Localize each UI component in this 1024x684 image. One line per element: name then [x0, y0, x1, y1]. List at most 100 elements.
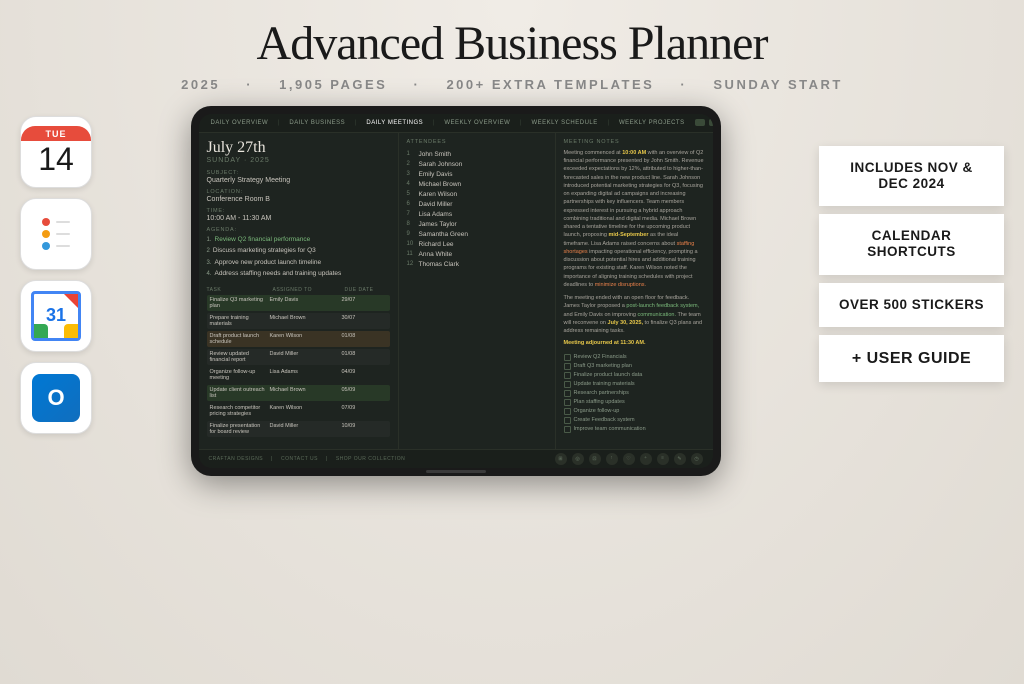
attendee-8: 8James Taylor [407, 221, 547, 228]
tasks-table: TASK ASSIGNED TO DUE DATE Finalize Q3 ma… [207, 287, 390, 437]
footer-link-3[interactable]: SHOP OUR COLLECTION [336, 456, 405, 462]
task-dot-circle-blue [42, 242, 50, 250]
checkbox-6[interactable] [564, 399, 571, 406]
footer-icon-8[interactable]: ✎ [674, 453, 686, 465]
tablet-right-panel: MEETING NOTES Meeting commenced at 10:00… [556, 133, 713, 449]
content-area: TUE 14 [0, 106, 1024, 476]
google-calendar-icon[interactable] [20, 280, 92, 352]
checklist-area: Review Q2 Financials Draft Q3 marketing … [564, 354, 705, 433]
checkbox-8[interactable] [564, 417, 571, 424]
tablet-body: July 27th SUNDAY · 2025 SUBJECT: Quarter… [199, 133, 713, 449]
task-dot-2 [42, 230, 70, 238]
nav-item-daily-overview[interactable]: DAILY OVERVIEW [207, 118, 273, 128]
footer-icon-1[interactable]: ⊞ [555, 453, 567, 465]
nav-item-daily-business[interactable]: DAILY BUSINESS [285, 118, 349, 128]
badge-user-guide-text: + USER GUIDE [852, 349, 971, 368]
subtitle-year: 2025 [181, 77, 220, 92]
nav-item-daily-meetings[interactable]: DAILY MEETINGS [362, 118, 427, 128]
attendee-6: 6David Miller [407, 201, 547, 208]
tasks-col-assigned: ASSIGNED TO [273, 287, 343, 293]
checkbox-9[interactable] [564, 426, 571, 433]
tablet-wrapper: DAILY OVERVIEW | DAILY BUSINESS | DAILY … [106, 106, 805, 476]
checkbox-2[interactable] [564, 363, 571, 370]
notes-footer: Meeting adjourned at 11:30 AM. [564, 339, 705, 347]
time-field: TIME: 10:00 AM - 11:30 AM [207, 208, 390, 222]
footer-icon-4[interactable]: ↑ [606, 453, 618, 465]
badge-user-guide: + USER GUIDE [819, 335, 1004, 382]
sep1: · [246, 77, 253, 92]
calendar-app-icon[interactable]: TUE 14 [20, 116, 92, 188]
footer-icon-9[interactable]: ◷ [691, 453, 703, 465]
tablet-home-indicator [426, 470, 486, 473]
checklist-item-4: Update training materials [564, 381, 705, 388]
agenda-item-4: 4. Address staffing needs and training u… [207, 270, 390, 278]
footer-icon-7[interactable]: ≡ [657, 453, 669, 465]
subtitle-pages: 1,905 PAGES [279, 77, 387, 92]
checklist-item-9: Improve team communication [564, 426, 705, 433]
footer-sep-2: | [326, 456, 328, 462]
footer-link-1[interactable]: CRAFTAN DESIGNS [209, 456, 264, 462]
task-row-5: Organize follow-up meeting Lisa Adams 04… [207, 367, 390, 383]
tablet-nav-icons [695, 119, 713, 126]
sep3: · [680, 77, 687, 92]
tasks-col-due: DUE DATE [345, 287, 390, 293]
nav-item-weekly-schedule[interactable]: WEEKLY SCHEDULE [527, 118, 601, 128]
agenda-item-3: 3. Approve new product launch timeline [207, 259, 390, 267]
attendee-1: 1John Smith [407, 151, 547, 158]
badge-calendar-shortcuts-text: CALENDAR SHORTCUTS [837, 228, 986, 260]
tablet-device: DAILY OVERVIEW | DAILY BUSINESS | DAILY … [191, 106, 721, 476]
gcal-corner-green [34, 324, 48, 338]
task-dot-circle-red [42, 218, 50, 226]
header: Advanced Business Planner 2025 · 1,905 P… [0, 0, 1024, 98]
nav-icon-1 [695, 119, 705, 126]
footer-link-2[interactable]: CONTACT US [281, 456, 318, 462]
tablet-left-panel: July 27th SUNDAY · 2025 SUBJECT: Quarter… [199, 133, 399, 449]
attendee-7: 7Lisa Adams [407, 211, 547, 218]
tablet-date: July 27th [207, 139, 390, 157]
main-title: Advanced Business Planner [0, 18, 1024, 71]
nav-item-weekly-projects[interactable]: WEEKLY PROJECTS [615, 118, 689, 128]
footer-icon-2[interactable]: ◎ [572, 453, 584, 465]
checkbox-4[interactable] [564, 381, 571, 388]
footer-icon-5[interactable]: ♡ [623, 453, 635, 465]
footer-sep-1: | [271, 456, 273, 462]
footer-icons: ⊞ ◎ ⊡ ↑ ♡ + ≡ ✎ ◷ [555, 453, 703, 465]
attendee-2: 2Sarah Johnson [407, 161, 547, 168]
checklist-item-5: Research partnerships [564, 390, 705, 397]
calendar-day-number: 14 [38, 141, 74, 177]
sep2: · [413, 77, 420, 92]
right-badges: INCLUDES NOV & DEC 2024 CALENDAR SHORTCU… [819, 106, 1004, 382]
checkbox-1[interactable] [564, 354, 571, 361]
agenda-header: AGENDA: [207, 227, 390, 233]
time-label: TIME: [207, 208, 390, 214]
checklist-item-1: Review Q2 Financials [564, 354, 705, 361]
checklist-item-2: Draft Q3 marketing plan [564, 363, 705, 370]
outlook-app-icon[interactable] [20, 362, 92, 434]
badge-stickers: OVER 500 STICKERS [819, 283, 1004, 327]
tablet-nav: DAILY OVERVIEW | DAILY BUSINESS | DAILY … [199, 114, 713, 133]
task-row-1: Finalize Q3 marketing plan Emily Davis 2… [207, 295, 390, 311]
subtitle-templates: 200+ EXTRA TEMPLATES [446, 77, 654, 92]
subject-field: SUBJECT: Quarterly Strategy Meeting [207, 170, 390, 184]
attendee-5: 5Karen Wilson [407, 191, 547, 198]
tasks-app-icon[interactable] [20, 198, 92, 270]
outlook-inner [32, 374, 80, 422]
subtitle-bar: 2025 · 1,905 PAGES · 200+ EXTRA TEMPLATE… [0, 77, 1024, 92]
calendar-day-label: TUE [21, 126, 91, 141]
badge-calendar-shortcuts: CALENDAR SHORTCUTS [819, 214, 1004, 274]
task-row-3: Draft product launch schedule Karen Wils… [207, 331, 390, 347]
location-value: Conference Room B [207, 196, 390, 203]
task-dot-line-2 [56, 233, 70, 235]
tablet-date-sub: SUNDAY · 2025 [207, 157, 390, 164]
attendee-11: 11Anna White [407, 251, 547, 258]
footer-icon-6[interactable]: + [640, 453, 652, 465]
left-icons: TUE 14 [20, 106, 92, 434]
attendee-4: 4Michael Brown [407, 181, 547, 188]
checkbox-5[interactable] [564, 390, 571, 397]
location-label: LOCATION: [207, 189, 390, 195]
attendee-10: 10Richard Lee [407, 241, 547, 248]
checkbox-7[interactable] [564, 408, 571, 415]
checkbox-3[interactable] [564, 372, 571, 379]
nav-item-weekly-overview[interactable]: WEEKLY OVERVIEW [440, 118, 514, 128]
footer-icon-3[interactable]: ⊡ [589, 453, 601, 465]
